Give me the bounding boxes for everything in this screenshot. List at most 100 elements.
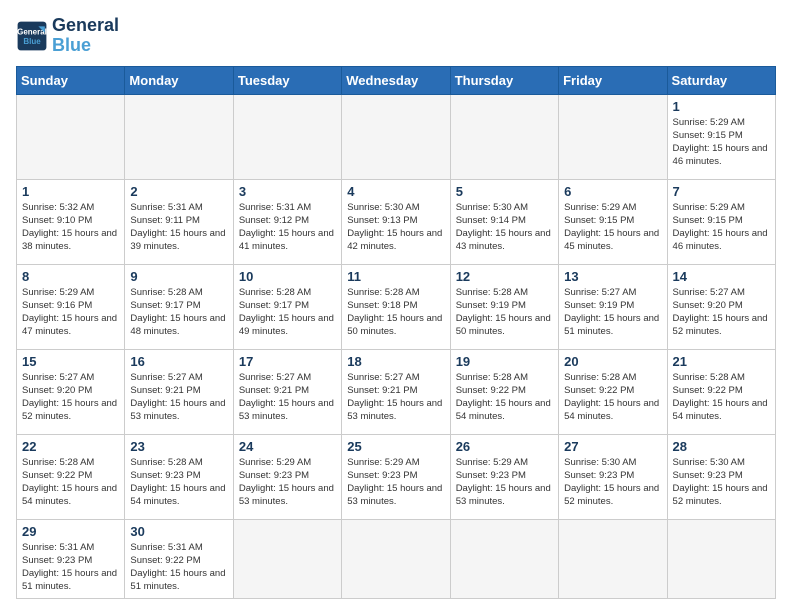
day-cell-26: 26Sunrise: 5:29 AMSunset: 9:23 PMDayligh… bbox=[450, 434, 558, 519]
day-cell-18: 18 Sunrise: 5:27 AMSunset: 9:21 PMDayligh… bbox=[342, 349, 450, 434]
day-number: 29 bbox=[22, 524, 119, 539]
day-cell-30: 30 Sunrise: 5:31 AMSunset: 9:22 PMDayligh… bbox=[125, 519, 233, 598]
day-cell-19: 19 Sunrise: 5:28 AMSunset: 9:22 PMDayligh… bbox=[450, 349, 558, 434]
day-info: Sunrise: 5:30 AMSunset: 9:14 PMDaylight:… bbox=[456, 201, 553, 254]
day-info: Sunrise: 5:28 AMSunset: 9:23 PMDaylight:… bbox=[130, 456, 227, 509]
day-number: 2 bbox=[130, 184, 227, 199]
day-info: Sunrise: 5:28 AMSunset: 9:18 PMDaylight:… bbox=[347, 286, 444, 339]
day-info: Sunrise: 5:31 AMSunset: 9:12 PMDaylight:… bbox=[239, 201, 336, 254]
weekday-header-wednesday: Wednesday bbox=[342, 66, 450, 94]
day-info: Sunrise: 5:30 AMSunset: 9:23 PMDaylight:… bbox=[673, 456, 770, 509]
weekday-header-thursday: Thursday bbox=[450, 66, 558, 94]
day-number: 13 bbox=[564, 269, 661, 284]
day-number: 14 bbox=[673, 269, 770, 284]
day-info: Sunrise: 5:27 AMSunset: 9:21 PMDaylight:… bbox=[347, 371, 444, 424]
day-cell-29: 29 Sunrise: 5:31 AMSunset: 9:23 PMDayligh… bbox=[17, 519, 125, 598]
empty-cell bbox=[559, 94, 667, 179]
day-number: 18 bbox=[347, 354, 444, 369]
day-info: Sunrise: 5:29 AMSunset: 9:16 PMDaylight:… bbox=[22, 286, 119, 339]
empty-cell bbox=[450, 519, 558, 598]
day-number: 17 bbox=[239, 354, 336, 369]
day-number: 24 bbox=[239, 439, 336, 454]
day-info: Sunrise: 5:30 AMSunset: 9:13 PMDaylight:… bbox=[347, 201, 444, 254]
empty-cell bbox=[342, 519, 450, 598]
day-cell-12: 12Sunrise: 5:28 AMSunset: 9:19 PMDayligh… bbox=[450, 264, 558, 349]
weekday-header-monday: Monday bbox=[125, 66, 233, 94]
day-cell-5: 5 Sunrise: 5:30 AMSunset: 9:14 PMDaylight… bbox=[450, 179, 558, 264]
day-cell-17: 17 Sunrise: 5:27 AMSunset: 9:21 PMDayligh… bbox=[233, 349, 341, 434]
day-info: Sunrise: 5:28 AMSunset: 9:22 PMDaylight:… bbox=[456, 371, 553, 424]
empty-cell bbox=[342, 94, 450, 179]
day-number: 1 bbox=[22, 184, 119, 199]
day-info: Sunrise: 5:27 AMSunset: 9:20 PMDaylight:… bbox=[673, 286, 770, 339]
day-number: 30 bbox=[130, 524, 227, 539]
day-info: Sunrise: 5:29 AMSunset: 9:15 PMDaylight:… bbox=[564, 201, 661, 254]
day-info: Sunrise: 5:28 AMSunset: 9:17 PMDaylight:… bbox=[239, 286, 336, 339]
day-cell-23: 23 Sunrise: 5:28 AMSunset: 9:23 PMDayligh… bbox=[125, 434, 233, 519]
day-info: Sunrise: 5:31 AMSunset: 9:23 PMDaylight:… bbox=[22, 541, 119, 594]
header: General Blue GeneralBlue bbox=[16, 16, 776, 56]
day-number: 8 bbox=[22, 269, 119, 284]
week-row: 29 Sunrise: 5:31 AMSunset: 9:23 PMDayligh… bbox=[17, 519, 776, 598]
day-info: Sunrise: 5:27 AMSunset: 9:21 PMDaylight:… bbox=[130, 371, 227, 424]
day-cell-10: 10Sunrise: 5:28 AMSunset: 9:17 PMDayligh… bbox=[233, 264, 341, 349]
empty-cell bbox=[233, 519, 341, 598]
day-cell-20: 20 Sunrise: 5:28 AMSunset: 9:22 PMDayligh… bbox=[559, 349, 667, 434]
day-info: Sunrise: 5:29 AMSunset: 9:15 PMDaylight:… bbox=[673, 116, 770, 169]
empty-cell bbox=[125, 94, 233, 179]
day-cell-7: 7 Sunrise: 5:29 AMSunset: 9:15 PMDaylight… bbox=[667, 179, 775, 264]
empty-cell bbox=[17, 94, 125, 179]
calendar: SundayMondayTuesdayWednesdayThursdayFrid… bbox=[16, 66, 776, 599]
day-cell-3: 3Sunrise: 5:31 AMSunset: 9:12 PMDaylight… bbox=[233, 179, 341, 264]
day-cell-22: 22 Sunrise: 5:28 AMSunset: 9:22 PMDayligh… bbox=[17, 434, 125, 519]
day-number: 19 bbox=[456, 354, 553, 369]
day-number: 20 bbox=[564, 354, 661, 369]
day-number: 25 bbox=[347, 439, 444, 454]
day-cell-21: 21Sunrise: 5:28 AMSunset: 9:22 PMDayligh… bbox=[667, 349, 775, 434]
weekday-header-saturday: Saturday bbox=[667, 66, 775, 94]
day-info: Sunrise: 5:30 AMSunset: 9:23 PMDaylight:… bbox=[564, 456, 661, 509]
week-row: 22 Sunrise: 5:28 AMSunset: 9:22 PMDayligh… bbox=[17, 434, 776, 519]
day-number: 4 bbox=[347, 184, 444, 199]
day-number: 23 bbox=[130, 439, 227, 454]
week-row: 1 Sunrise: 5:32 AMSunset: 9:10 PMDaylight… bbox=[17, 179, 776, 264]
logo: General Blue GeneralBlue bbox=[16, 16, 119, 56]
day-cell-4: 4 Sunrise: 5:30 AMSunset: 9:13 PMDaylight… bbox=[342, 179, 450, 264]
day-number: 6 bbox=[564, 184, 661, 199]
day-cell-14: 14 Sunrise: 5:27 AMSunset: 9:20 PMDayligh… bbox=[667, 264, 775, 349]
day-info: Sunrise: 5:32 AMSunset: 9:10 PMDaylight:… bbox=[22, 201, 119, 254]
day-info: Sunrise: 5:28 AMSunset: 9:22 PMDaylight:… bbox=[22, 456, 119, 509]
day-cell-8: 8 Sunrise: 5:29 AMSunset: 9:16 PMDaylight… bbox=[17, 264, 125, 349]
day-number: 12 bbox=[456, 269, 553, 284]
day-number: 27 bbox=[564, 439, 661, 454]
day-cell-9: 9Sunrise: 5:28 AMSunset: 9:17 PMDaylight… bbox=[125, 264, 233, 349]
day-info: Sunrise: 5:27 AMSunset: 9:21 PMDaylight:… bbox=[239, 371, 336, 424]
day-info: Sunrise: 5:29 AMSunset: 9:15 PMDaylight:… bbox=[673, 201, 770, 254]
day-number: 5 bbox=[456, 184, 553, 199]
svg-text:Blue: Blue bbox=[23, 37, 41, 46]
day-cell-25: 25Sunrise: 5:29 AMSunset: 9:23 PMDayligh… bbox=[342, 434, 450, 519]
day-number: 1 bbox=[673, 99, 770, 114]
weekday-header-tuesday: Tuesday bbox=[233, 66, 341, 94]
day-cell-6: 6 Sunrise: 5:29 AMSunset: 9:15 PMDaylight… bbox=[559, 179, 667, 264]
day-cell-1: 1 Sunrise: 5:29 AMSunset: 9:15 PMDaylight… bbox=[667, 94, 775, 179]
empty-cell bbox=[233, 94, 341, 179]
day-cell-11: 11 Sunrise: 5:28 AMSunset: 9:18 PMDayligh… bbox=[342, 264, 450, 349]
empty-cell bbox=[559, 519, 667, 598]
day-cell-1: 1 Sunrise: 5:32 AMSunset: 9:10 PMDaylight… bbox=[17, 179, 125, 264]
day-info: Sunrise: 5:31 AMSunset: 9:11 PMDaylight:… bbox=[130, 201, 227, 254]
day-info: Sunrise: 5:28 AMSunset: 9:22 PMDaylight:… bbox=[564, 371, 661, 424]
day-cell-15: 15Sunrise: 5:27 AMSunset: 9:20 PMDayligh… bbox=[17, 349, 125, 434]
day-number: 22 bbox=[22, 439, 119, 454]
week-row: 8 Sunrise: 5:29 AMSunset: 9:16 PMDaylight… bbox=[17, 264, 776, 349]
day-cell-13: 13 Sunrise: 5:27 AMSunset: 9:19 PMDayligh… bbox=[559, 264, 667, 349]
day-info: Sunrise: 5:31 AMSunset: 9:22 PMDaylight:… bbox=[130, 541, 227, 594]
day-number: 7 bbox=[673, 184, 770, 199]
day-number: 9 bbox=[130, 269, 227, 284]
day-number: 11 bbox=[347, 269, 444, 284]
empty-cell bbox=[450, 94, 558, 179]
day-info: Sunrise: 5:28 AMSunset: 9:22 PMDaylight:… bbox=[673, 371, 770, 424]
day-cell-27: 27 Sunrise: 5:30 AMSunset: 9:23 PMDayligh… bbox=[559, 434, 667, 519]
day-info: Sunrise: 5:27 AMSunset: 9:19 PMDaylight:… bbox=[564, 286, 661, 339]
empty-cell bbox=[667, 519, 775, 598]
